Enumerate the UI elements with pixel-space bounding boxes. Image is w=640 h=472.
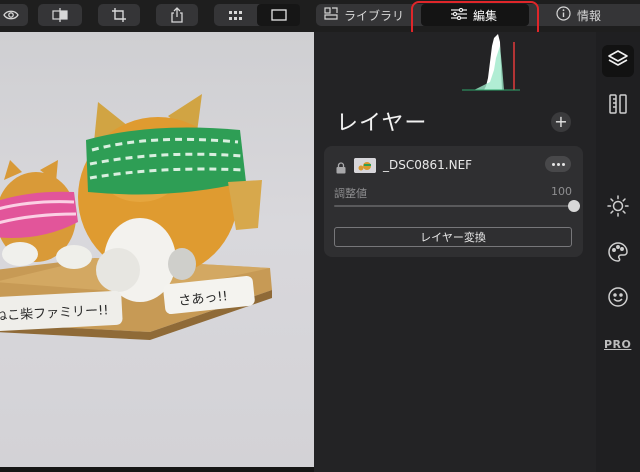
tab-info-label: 情報 xyxy=(577,8,602,23)
pro-badge[interactable]: PRO xyxy=(604,338,631,351)
eye-icon xyxy=(3,9,19,21)
single-view-icon xyxy=(270,6,287,25)
sidebar-item-light[interactable] xyxy=(602,192,634,224)
face-icon xyxy=(607,286,629,312)
tab-info[interactable]: 情報 xyxy=(556,4,640,26)
single-view-button[interactable] xyxy=(257,4,300,26)
crop-icon xyxy=(111,7,127,23)
info-icon xyxy=(556,6,571,24)
photo-figurines: ねこ柴ファミリー!! さあっ!! xyxy=(0,94,272,340)
layers-icon xyxy=(607,49,629,73)
crop-button[interactable] xyxy=(98,4,140,26)
add-layer-button[interactable]: + xyxy=(551,112,571,132)
layer-thumbnail xyxy=(354,158,376,173)
layers-panel: レイヤー + _DSC0861.NEF 調整値 100 レイヤー変換 xyxy=(314,32,596,472)
compare-button[interactable] xyxy=(38,4,82,26)
compare-split-icon xyxy=(51,8,69,22)
convert-layer-button[interactable]: レイヤー変換 xyxy=(334,227,572,247)
view-mode-switch xyxy=(214,4,300,26)
opacity-slider-knob[interactable] xyxy=(568,200,580,212)
histogram xyxy=(462,34,520,91)
photo-preview[interactable]: ねこ柴ファミリー!! さあっ!! xyxy=(0,32,314,467)
tab-library[interactable]: ライブラリ xyxy=(316,4,416,26)
share-button[interactable] xyxy=(156,4,198,26)
palette-icon xyxy=(607,241,629,267)
tool-sidebar: PRO xyxy=(596,32,640,472)
grid-view-button[interactable] xyxy=(214,4,257,26)
panel-title: レイヤー xyxy=(336,111,428,136)
layer-card[interactable]: _DSC0861.NEF 調整値 100 レイヤー変換 xyxy=(324,146,583,257)
sidebar-item-portrait[interactable] xyxy=(602,283,634,315)
ruler-icon xyxy=(608,93,628,119)
sidebar-item-layers[interactable] xyxy=(602,45,634,77)
sidebar-item-color[interactable] xyxy=(602,238,634,270)
sidebar-item-ruler[interactable] xyxy=(602,90,634,122)
more-icon xyxy=(551,162,565,166)
opacity-label: 調整値 xyxy=(334,187,367,200)
top-toolbar: ライブラリ 編集 情報 xyxy=(0,0,640,39)
grid-view-icon xyxy=(228,6,243,25)
opacity-value: 100 xyxy=(551,185,572,198)
opacity-slider-track[interactable] xyxy=(334,205,574,207)
sun-icon xyxy=(607,195,629,221)
layer-filename: _DSC0861.NEF xyxy=(383,158,473,172)
eye-button[interactable] xyxy=(0,4,28,26)
photo-bottom-strip xyxy=(0,467,314,472)
library-icon xyxy=(324,7,338,23)
lock-icon[interactable] xyxy=(336,159,346,174)
layer-more-button[interactable] xyxy=(545,156,571,172)
tab-library-label: ライブラリ xyxy=(344,8,405,23)
share-icon xyxy=(170,7,184,23)
